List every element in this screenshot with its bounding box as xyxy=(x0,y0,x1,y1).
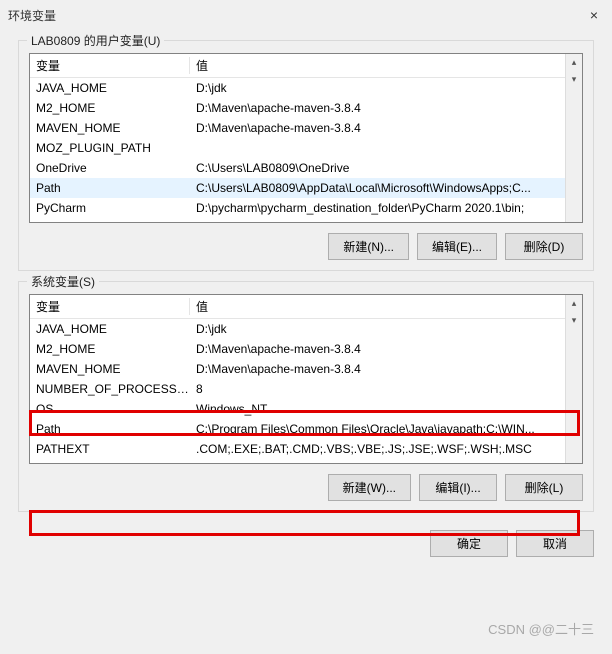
var-value: D:\Maven\apache-maven-3.8.4 xyxy=(190,121,565,135)
var-name: MAVEN_HOME xyxy=(30,362,190,376)
ok-button[interactable]: 确定 xyxy=(430,530,508,557)
table-row[interactable]: MAVEN_HOMED:\Maven\apache-maven-3.8.4 xyxy=(30,359,582,379)
var-name: M2_HOME xyxy=(30,342,190,356)
var-value: D:\Maven\apache-maven-3.8.4 xyxy=(190,342,565,356)
table-row[interactable]: M2_HOMED:\Maven\apache-maven-3.8.4 xyxy=(30,339,582,359)
user-buttons: 新建(N)... 编辑(E)... 删除(D) xyxy=(29,233,583,260)
var-name: MAVEN_HOME xyxy=(30,121,190,135)
var-name: JAVA_HOME xyxy=(30,322,190,336)
col-value[interactable]: 值 xyxy=(190,57,582,74)
table-row[interactable]: OSWindows_NT xyxy=(30,399,582,419)
system-group-label: 系统变量(S) xyxy=(27,273,99,290)
table-row[interactable]: M2_HOMED:\Maven\apache-maven-3.8.4 xyxy=(30,98,582,118)
var-value: D:\pycharm\pycharm_destination_folder\Py… xyxy=(190,201,565,215)
user-variables-group: LAB0809 的用户变量(U) 变量 值 JAVA_HOMED:\jdkM2_… xyxy=(18,40,594,271)
scrollbar[interactable]: ▴ ▾ xyxy=(565,54,582,222)
cancel-button[interactable]: 取消 xyxy=(516,530,594,557)
scroll-up-icon[interactable]: ▴ xyxy=(566,295,582,312)
var-value: C:\Program Files\Common Files\Oracle\Jav… xyxy=(190,422,565,436)
scrollbar[interactable]: ▴ ▾ xyxy=(565,295,582,463)
var-name: OneDrive xyxy=(30,161,190,175)
var-value: C:\Users\LAB0809\OneDrive xyxy=(190,161,565,175)
table-row[interactable]: JAVA_HOMED:\jdk xyxy=(30,78,582,98)
var-value: D:\Maven\apache-maven-3.8.4 xyxy=(190,362,565,376)
var-name: Path xyxy=(30,181,190,195)
table-row[interactable]: PATHEXT.COM;.EXE;.BAT;.CMD;.VBS;.VBE;.JS… xyxy=(30,439,582,459)
table-row[interactable]: OneDriveC:\Users\LAB0809\OneDrive xyxy=(30,158,582,178)
table-row[interactable]: PyCharmD:\pycharm\pycharm_destination_fo… xyxy=(30,198,582,218)
delete-sys-var-button[interactable]: 删除(L) xyxy=(505,474,583,501)
table-row[interactable]: JAVA_HOMED:\jdk xyxy=(30,319,582,339)
watermark: CSDN @@二十三 xyxy=(488,619,594,638)
var-value: D:\jdk xyxy=(190,322,565,336)
table-row[interactable]: PathC:\Program Files\Common Files\Oracle… xyxy=(30,419,582,439)
var-value: 8 xyxy=(190,382,565,396)
system-variables-group: 系统变量(S) 变量 值 JAVA_HOMED:\jdkM2_HOMED:\Ma… xyxy=(18,281,594,512)
var-value: Windows_NT xyxy=(190,402,565,416)
table-header: 变量 值 xyxy=(30,295,582,319)
user-variables-table: 变量 值 JAVA_HOMED:\jdkM2_HOMED:\Maven\apac… xyxy=(29,53,583,223)
scroll-down-icon[interactable]: ▾ xyxy=(566,312,582,329)
col-variable[interactable]: 变量 xyxy=(30,57,190,74)
var-name: PyCharm xyxy=(30,201,190,215)
var-name: MOZ_PLUGIN_PATH xyxy=(30,141,190,155)
var-value: D:\Maven\apache-maven-3.8.4 xyxy=(190,101,565,115)
new-user-var-button[interactable]: 新建(N)... xyxy=(328,233,409,260)
system-variables-table: 变量 值 JAVA_HOMED:\jdkM2_HOMED:\Maven\apac… xyxy=(29,294,583,464)
var-name: JAVA_HOME xyxy=(30,81,190,95)
var-name: PATHEXT xyxy=(30,442,190,456)
titlebar: 环境变量 × xyxy=(0,0,612,30)
var-name: OS xyxy=(30,402,190,416)
window-title: 环境变量 xyxy=(8,7,56,24)
var-value: D:\jdk xyxy=(190,81,565,95)
col-value[interactable]: 值 xyxy=(190,298,582,315)
dialog-footer: 确定 取消 xyxy=(0,522,612,569)
table-row[interactable]: NUMBER_OF_PROCESSORS8 xyxy=(30,379,582,399)
table-header: 变量 值 xyxy=(30,54,582,78)
table-row[interactable]: PathC:\Users\LAB0809\AppData\Local\Micro… xyxy=(30,178,582,198)
var-name: M2_HOME xyxy=(30,101,190,115)
close-icon[interactable]: × xyxy=(584,7,604,23)
var-value: C:\Users\LAB0809\AppData\Local\Microsoft… xyxy=(190,181,565,195)
table-row[interactable]: MOZ_PLUGIN_PATH xyxy=(30,138,582,158)
var-name: Path xyxy=(30,422,190,436)
var-name: NUMBER_OF_PROCESSORS xyxy=(30,382,190,396)
col-variable[interactable]: 变量 xyxy=(30,298,190,315)
scroll-down-icon[interactable]: ▾ xyxy=(566,71,582,88)
user-group-label: LAB0809 的用户变量(U) xyxy=(27,32,164,49)
table-row[interactable]: MAVEN_HOMED:\Maven\apache-maven-3.8.4 xyxy=(30,118,582,138)
system-buttons: 新建(W)... 编辑(I)... 删除(L) xyxy=(29,474,583,501)
delete-user-var-button[interactable]: 删除(D) xyxy=(505,233,583,260)
edit-user-var-button[interactable]: 编辑(E)... xyxy=(417,233,497,260)
edit-sys-var-button[interactable]: 编辑(I)... xyxy=(419,474,497,501)
scroll-up-icon[interactable]: ▴ xyxy=(566,54,582,71)
var-value: .COM;.EXE;.BAT;.CMD;.VBS;.VBE;.JS;.JSE;.… xyxy=(190,442,565,456)
new-sys-var-button[interactable]: 新建(W)... xyxy=(328,474,411,501)
